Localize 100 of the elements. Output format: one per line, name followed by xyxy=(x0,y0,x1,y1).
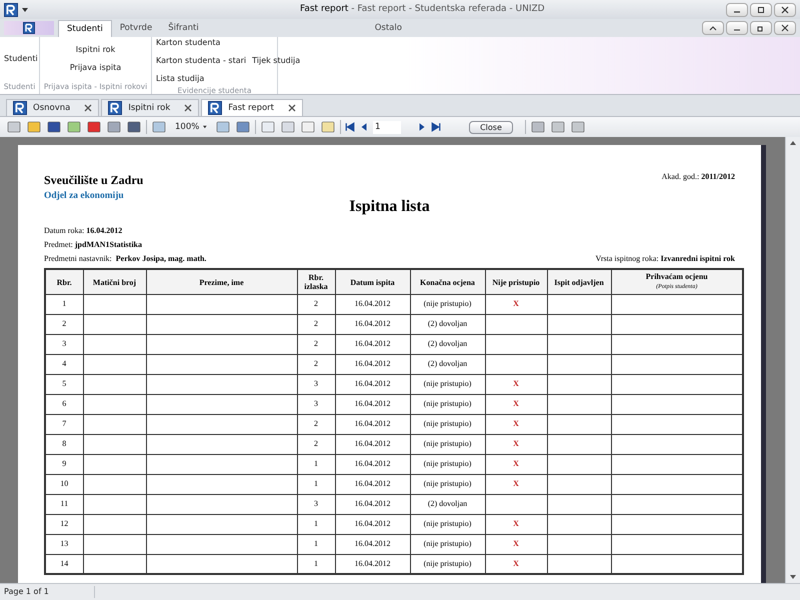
university-name: Sveučilište u Zadru xyxy=(44,172,144,189)
scroll-up-icon[interactable] xyxy=(790,141,796,145)
table-cell: (2) dovoljan xyxy=(410,354,485,374)
table-cell: 2 xyxy=(297,354,335,374)
table-cell: 16.04.2012 xyxy=(335,434,410,454)
application-menu-button[interactable] xyxy=(4,21,54,35)
absent-mark: X xyxy=(513,379,519,388)
ribbon-button[interactable]: Lista studija xyxy=(156,73,204,85)
document-tab[interactable]: Fast report xyxy=(201,99,304,116)
table-cell: (nije pristupio) xyxy=(410,394,485,414)
table-cell: (nije pristupio) xyxy=(410,454,485,474)
close-tab-icon[interactable] xyxy=(84,104,92,112)
absent-mark: X xyxy=(513,539,519,548)
table-cell: 2 xyxy=(297,414,335,434)
teacher: Predmetni nastavnik: Perkov Josipa, mag. math. xyxy=(44,253,206,266)
ribbon-tab[interactable]: Ostalo xyxy=(366,20,410,37)
app-logo-icon xyxy=(108,101,122,115)
close-tab-icon[interactable] xyxy=(184,104,192,112)
column-header: Ispit odjavljen xyxy=(547,269,611,294)
ribbon-tab[interactable]: Šifranti xyxy=(160,20,207,37)
table-cell: 4 xyxy=(45,354,83,374)
table-cell: (2) dovoljan xyxy=(410,314,485,334)
table-cell: 16.04.2012 xyxy=(335,314,410,334)
table-cell: 2 xyxy=(45,314,83,334)
document-tab[interactable]: Osnovna xyxy=(6,99,100,116)
table-cell: 1 xyxy=(297,514,335,534)
page-number-field[interactable]: 1 xyxy=(373,120,401,134)
absent-mark: X xyxy=(513,299,519,308)
table-cell: (nije pristupio) xyxy=(410,374,485,394)
table-cell: 1 xyxy=(297,454,335,474)
ribbon-button[interactable]: Prijava ispita xyxy=(70,62,122,74)
scroll-down-icon[interactable] xyxy=(790,575,796,579)
table-cell: 1 xyxy=(45,294,83,314)
next-page-icon[interactable] xyxy=(417,122,427,132)
first-page-icon[interactable] xyxy=(345,122,355,132)
table-cell: (2) dovoljan xyxy=(410,334,485,354)
last-page-icon[interactable] xyxy=(431,122,441,132)
app-logo-icon xyxy=(208,101,222,115)
table-cell: 9 xyxy=(45,454,83,474)
subject: Predmet: jpdMAN1Statistika xyxy=(44,239,144,252)
table-cell: 16.04.2012 xyxy=(335,494,410,514)
table-cell: 16.04.2012 xyxy=(335,474,410,494)
close-document-button[interactable] xyxy=(774,21,796,35)
table-cell: (nije pristupio) xyxy=(410,414,485,434)
ribbon-tab[interactable]: Studenti xyxy=(58,20,112,37)
table-cell: 3 xyxy=(297,374,335,394)
table-cell: 16.04.2012 xyxy=(335,454,410,474)
table-cell: 3 xyxy=(297,494,335,514)
column-header: Datum ispita xyxy=(335,269,410,294)
close-tab-icon[interactable] xyxy=(288,104,296,112)
absent-mark: X xyxy=(513,399,519,408)
exam-date: Datum roka: 16.04.2012 xyxy=(44,225,124,238)
app-logo-icon xyxy=(13,101,27,115)
ribbon-button[interactable]: Tijek studija xyxy=(252,55,300,67)
close-button[interactable] xyxy=(774,2,796,16)
table-cell: 16.04.2012 xyxy=(335,414,410,434)
app-logo-icon xyxy=(4,2,18,16)
window-title: Fast report - Fast report - Studentska referada - UNIZD xyxy=(300,3,545,16)
quick-access-caret-icon[interactable] xyxy=(22,8,28,12)
absent-mark: X xyxy=(513,479,519,488)
caret-icon xyxy=(203,125,207,129)
document-tab[interactable]: Ispitni rok xyxy=(101,99,200,116)
table-cell: (nije pristupio) xyxy=(410,434,485,454)
table-cell: 2 xyxy=(297,334,335,354)
column-header: Rbr. izlaska xyxy=(297,269,335,294)
table-cell: 16.04.2012 xyxy=(335,534,410,554)
table-cell: 2 xyxy=(297,314,335,334)
zoom-dropdown[interactable]: 100% xyxy=(171,120,211,134)
absent-mark: X xyxy=(513,519,519,528)
close-report-button[interactable]: Close xyxy=(469,120,513,134)
table-cell: (nije pristupio) xyxy=(410,534,485,554)
table-cell: 16.04.2012 xyxy=(335,294,410,314)
column-header: Nije pristupio xyxy=(485,269,547,294)
ribbon-button[interactable]: Karton studenta xyxy=(156,37,220,49)
absent-mark: X xyxy=(513,439,519,448)
ribbon-button[interactable]: Studenti xyxy=(4,52,38,65)
column-header: Konačna ocjena xyxy=(410,269,485,294)
exam-term: Vrsta ispitnog roka: Izvanredni ispitni rok xyxy=(596,253,735,266)
table-cell: 2 xyxy=(297,434,335,454)
table-cell: 1 xyxy=(297,534,335,554)
ribbon-button[interactable]: Ispitni rok xyxy=(76,44,116,56)
collapse-ribbon-button[interactable] xyxy=(702,21,724,35)
table-cell: (nije pristupio) xyxy=(410,474,485,494)
previous-page-icon[interactable] xyxy=(359,122,369,132)
app-logo-icon xyxy=(23,22,35,34)
ribbon-button[interactable]: Karton studenta - stari xyxy=(156,55,246,67)
maximize-button[interactable] xyxy=(750,2,772,16)
table-cell: 3 xyxy=(45,334,83,354)
absent-mark: X xyxy=(513,459,519,468)
table-cell: 16.04.2012 xyxy=(335,354,410,374)
table-cell: 13 xyxy=(45,534,83,554)
table-cell: 12 xyxy=(45,514,83,534)
table-cell: 5 xyxy=(45,374,83,394)
restore-document-button[interactable] xyxy=(750,21,772,35)
table-cell: (nije pristupio) xyxy=(410,514,485,534)
status-text: Page 1 of 1 xyxy=(0,586,95,598)
table-cell: 16.04.2012 xyxy=(335,334,410,354)
ribbon-tab[interactable]: Potvrde xyxy=(112,20,160,37)
table-cell: 2 xyxy=(297,294,335,314)
close-icon xyxy=(780,6,790,14)
